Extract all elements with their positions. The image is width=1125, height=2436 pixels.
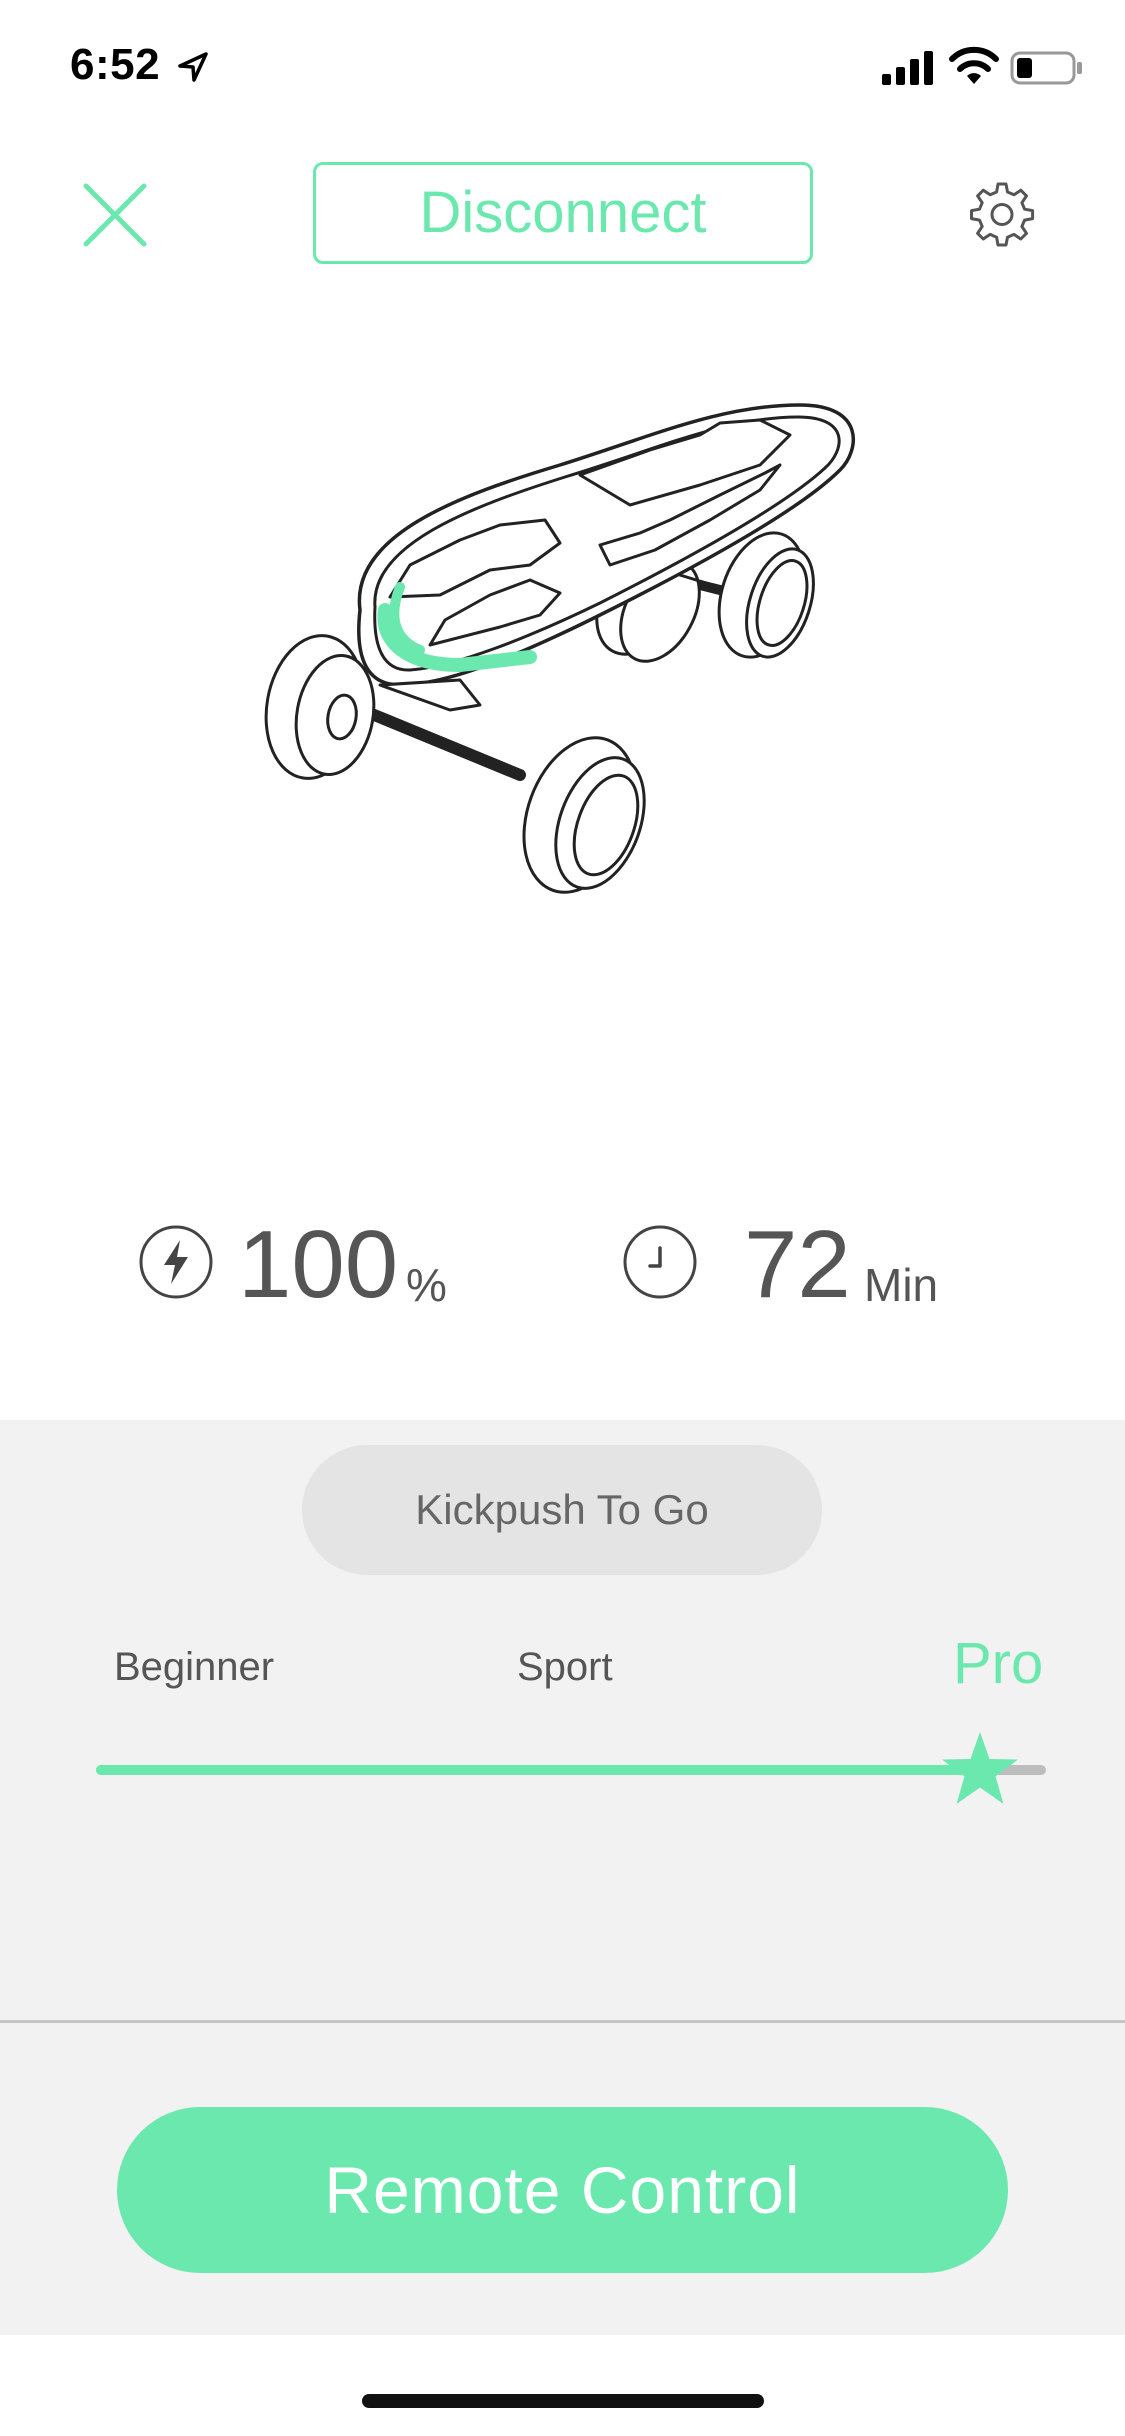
status-time: 6:52 [70, 40, 161, 89]
riding-mode-slider[interactable] [96, 1720, 1046, 1820]
battery-icon [1010, 51, 1082, 85]
battery-percentage-unit: % [406, 1259, 447, 1311]
mode-label-sport[interactable]: Sport [517, 1642, 613, 1692]
lightning-bolt-icon [139, 1225, 213, 1299]
battery-percentage-value: 100 [238, 1211, 399, 1318]
close-icon[interactable] [80, 180, 150, 250]
control-panel: Kickpush To Go Beginner Sport Pro Remote… [0, 1420, 1125, 2335]
ride-time-value: 72 [744, 1211, 851, 1318]
wifi-icon [949, 46, 999, 84]
mode-label-beginner[interactable]: Beginner [114, 1642, 274, 1692]
location-arrow-icon [178, 52, 208, 82]
status-bar: 6:52 [0, 0, 1125, 135]
skateboard-illustration [264, 403, 855, 894]
panel-divider [0, 2020, 1125, 2023]
disconnect-button[interactable]: Disconnect [313, 162, 813, 264]
star-slider-thumb-icon[interactable] [939, 1730, 1021, 1808]
kickpush-to-go-button[interactable]: Kickpush To Go [302, 1445, 822, 1575]
home-indicator[interactable] [362, 2394, 764, 2408]
cellular-signal-icon [882, 51, 933, 85]
ride-time-unit: Min [864, 1259, 939, 1311]
gear-icon[interactable] [968, 180, 1036, 248]
clock-icon [623, 1225, 697, 1299]
remote-control-button[interactable]: Remote Control [117, 2107, 1008, 2273]
mode-label-pro[interactable]: Pro [953, 1632, 1043, 1696]
slider-fill [96, 1765, 980, 1775]
